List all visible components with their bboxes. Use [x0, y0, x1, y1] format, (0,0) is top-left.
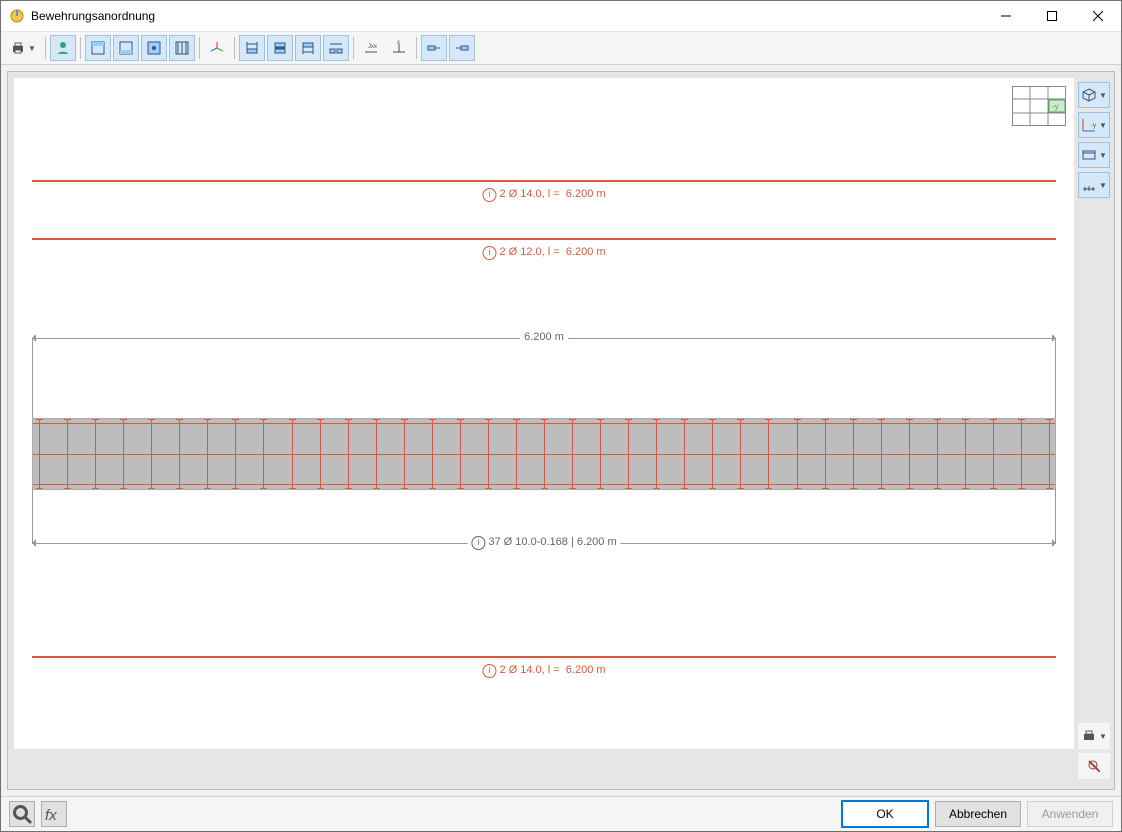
- drawing-canvas[interactable]: -y i2 Ø 14.0, l = 6.200 m i2 Ø 12.0, l = …: [7, 71, 1115, 790]
- zoom-reset-button[interactable]: [1078, 753, 1110, 779]
- canvas-print-button[interactable]: ▼: [1078, 723, 1110, 749]
- app-icon: [9, 8, 25, 24]
- anchor-left-button[interactable]: [421, 35, 447, 61]
- apply-button: Anwenden: [1027, 801, 1113, 827]
- dim-mid-button[interactable]: [267, 35, 293, 61]
- iso-view-button[interactable]: ▼: [1078, 82, 1110, 108]
- anchor-right-button[interactable]: [449, 35, 475, 61]
- cancel-button[interactable]: Abbrechen: [935, 801, 1021, 827]
- ok-button[interactable]: OK: [841, 800, 929, 828]
- hatch-button[interactable]: [169, 35, 195, 61]
- scale-button[interactable]: ▼: [1078, 172, 1110, 198]
- dim-top-button[interactable]: [239, 35, 265, 61]
- window-title: Bewehrungsanordnung: [31, 9, 155, 23]
- window-minimize[interactable]: [983, 1, 1029, 31]
- svg-text:Jxx: Jxx: [368, 44, 377, 50]
- rebar-line: [32, 180, 1056, 182]
- print-button[interactable]: ▼: [5, 35, 41, 61]
- dialog-footer: fx OK Abbrechen Anwenden: [1, 796, 1121, 831]
- window-maximize[interactable]: [1029, 1, 1075, 31]
- section-top-button[interactable]: [85, 35, 111, 61]
- dim-bot-button[interactable]: [295, 35, 321, 61]
- zoom-fit-button[interactable]: ▼: [1078, 142, 1110, 168]
- section-bottom-button[interactable]: [113, 35, 139, 61]
- window-close[interactable]: [1075, 1, 1121, 31]
- rebar-label: i2 Ø 12.0, l = 6.200 m: [482, 246, 605, 260]
- rebar-label: i2 Ø 14.0, l = 6.200 m: [482, 188, 605, 202]
- section-front-button[interactable]: [141, 35, 167, 61]
- titlebar: Bewehrungsanordnung: [1, 1, 1121, 32]
- rebar-line: [32, 238, 1056, 240]
- svg-text:fx: fx: [45, 807, 57, 824]
- content-area: -y i2 Ø 14.0, l = 6.200 m i2 Ø 12.0, l = …: [1, 65, 1121, 796]
- ext-dim-button[interactable]: x: [386, 35, 412, 61]
- rebar-line: [32, 656, 1056, 658]
- xyz-axes-button[interactable]: -y▼: [1078, 112, 1110, 138]
- view-person-button[interactable]: [50, 35, 76, 61]
- svg-text:x: x: [397, 40, 400, 46]
- beam-section: [32, 418, 1056, 490]
- view-tools: ▼ -y▼ ▼ ▼: [1078, 82, 1108, 198]
- svg-text:-y: -y: [1091, 123, 1096, 129]
- dim-offset-button[interactable]: Jxx: [358, 35, 384, 61]
- axes-button[interactable]: [204, 35, 230, 61]
- canvas-bottom-tools: ▼: [1078, 723, 1108, 779]
- dim-multi-button[interactable]: [323, 35, 349, 61]
- drawing-content: i2 Ø 14.0, l = 6.200 m i2 Ø 12.0, l = 6.2…: [14, 78, 1074, 749]
- rebar-label: i2 Ø 14.0, l = 6.200 m: [482, 664, 605, 678]
- formula-button[interactable]: fx: [41, 801, 67, 827]
- main-toolbar: ▼ Jxx x: [1, 32, 1121, 65]
- dimension-label: i37 Ø 10.0-0.168 | 6.200 m: [467, 536, 620, 550]
- dimension-label: 6.200 m: [520, 331, 568, 343]
- help-button[interactable]: [9, 801, 35, 827]
